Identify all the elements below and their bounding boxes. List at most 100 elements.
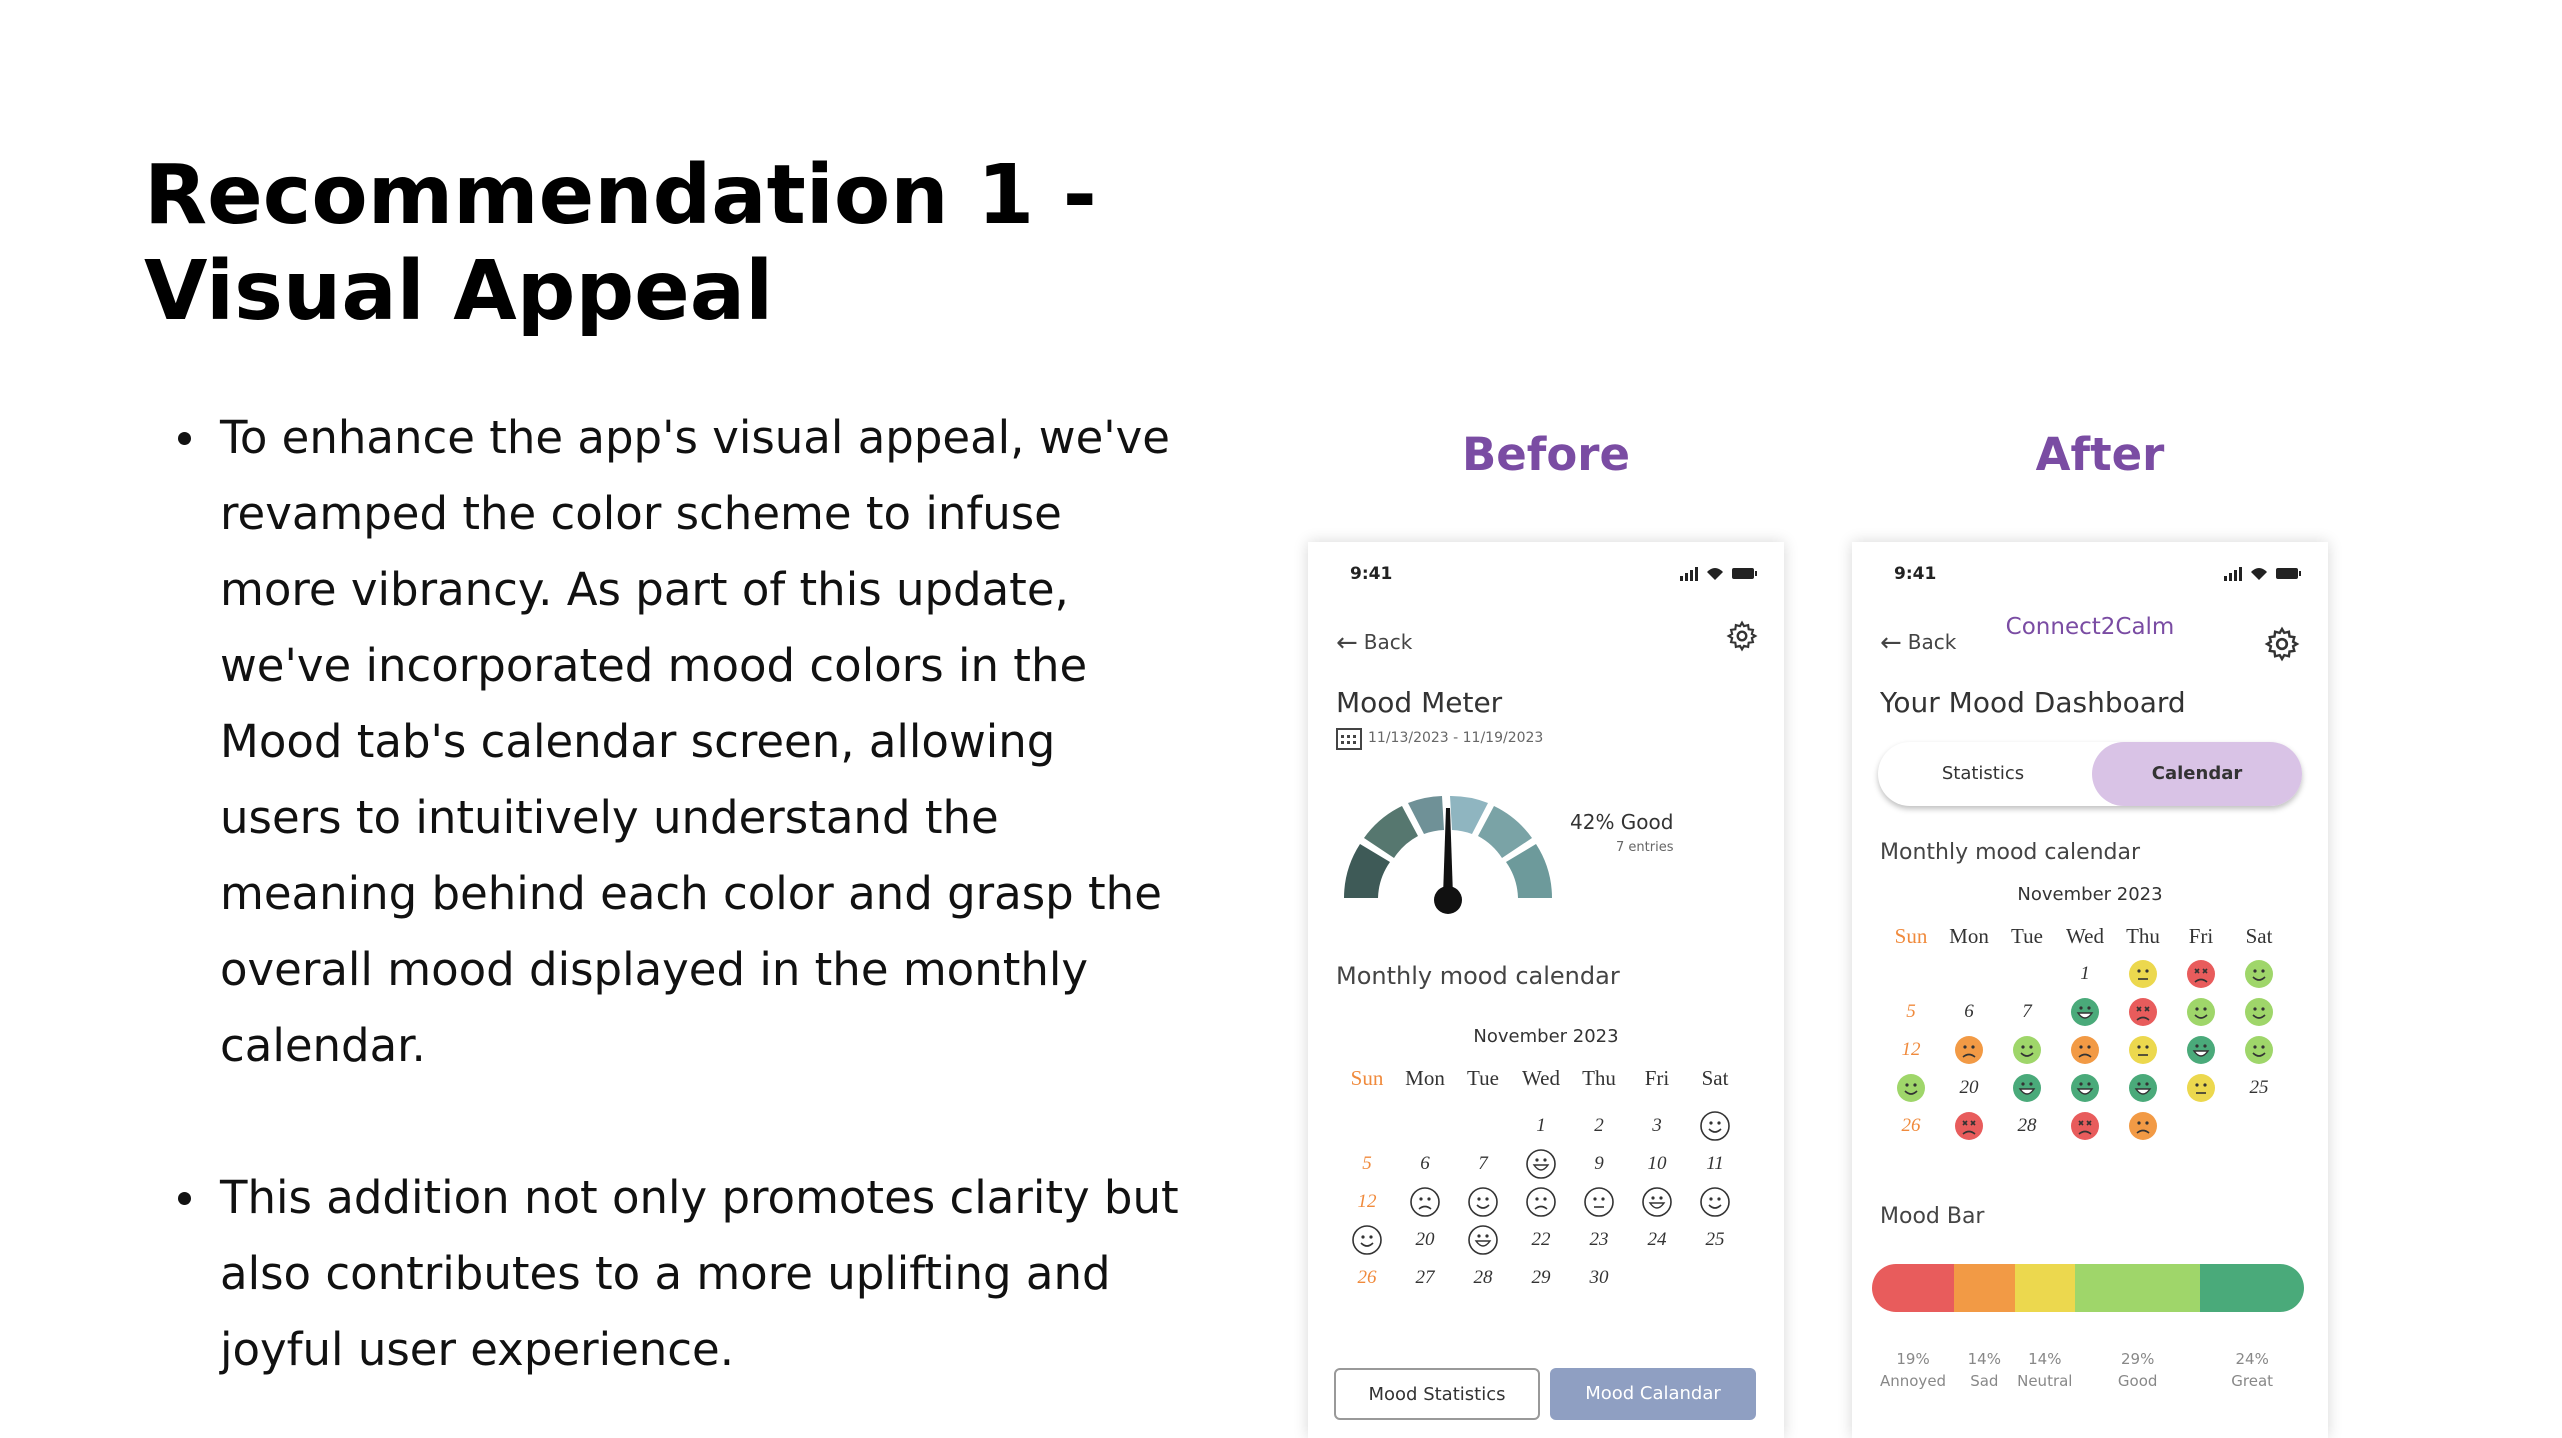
calendar-day[interactable]: 25	[2230, 1070, 2288, 1106]
good-mood-face-icon[interactable]	[2243, 996, 2275, 1028]
calendar-day[interactable]: 22	[1512, 1222, 1570, 1258]
mood-bar-title: Mood Bar	[1880, 1204, 1985, 1229]
status-time: 9:41	[1350, 564, 1393, 584]
good-mood-face-icon[interactable]	[1699, 1110, 1731, 1142]
bullet-text: To enhance the app's visual appeal, we'v…	[220, 411, 1170, 1072]
calendar-day[interactable]: 5	[1338, 1146, 1396, 1182]
gear-icon[interactable]	[2264, 626, 2300, 662]
tab-statistics[interactable]: Statistics	[1878, 742, 2088, 806]
neutral-mood-face-icon[interactable]	[2185, 1072, 2217, 1104]
calendar-day[interactable]: 20	[1940, 1070, 1998, 1106]
mood-bar-segment-annoyed	[1872, 1264, 1955, 1312]
bullet-dot	[178, 1192, 191, 1205]
weekday-header: Mon	[1405, 1066, 1445, 1090]
status-icons	[1680, 567, 1757, 581]
calendar-month: November 2023	[2017, 884, 2163, 905]
annoyed-mood-face-icon[interactable]	[2069, 1110, 2101, 1142]
back-label: Back	[1363, 630, 1413, 654]
calendar-day[interactable]: 23	[1570, 1222, 1628, 1258]
calendar-day[interactable]: 12	[1338, 1184, 1396, 1220]
great-mood-face-icon[interactable]	[1525, 1148, 1557, 1180]
mood-legend-item: 29% Good	[2093, 1348, 2183, 1392]
calendar-day[interactable]: 29	[1512, 1260, 1570, 1296]
good-mood-face-icon[interactable]	[1351, 1224, 1383, 1256]
gauge-entries: 7 entries	[1616, 840, 1674, 855]
calendar-day[interactable]: 7	[1998, 994, 2056, 1030]
great-mood-face-icon[interactable]	[2069, 996, 2101, 1028]
calendar-day[interactable]: 25	[1686, 1222, 1744, 1258]
mood-bar-legend: 19% Annoyed 14% Sad 14% Neutral 29% Good 24% Grea…	[1852, 1348, 2328, 1398]
calendar-day[interactable]: 26	[1882, 1108, 1940, 1144]
sad-mood-face-icon[interactable]	[1953, 1034, 1985, 1066]
weekday-header: Tue	[2011, 924, 2043, 948]
good-mood-face-icon[interactable]	[1467, 1186, 1499, 1218]
great-mood-face-icon[interactable]	[2185, 1034, 2217, 1066]
app-name: Connect2Calm	[2005, 614, 2175, 640]
gear-icon[interactable]	[1726, 620, 1758, 652]
good-mood-face-icon[interactable]	[2243, 1034, 2275, 1066]
calendar-day[interactable]: 10	[1628, 1146, 1686, 1182]
annoyed-mood-face-icon[interactable]	[2185, 958, 2217, 990]
mood-calendar-button[interactable]: Mood Calandar	[1550, 1368, 1756, 1420]
calendar-day[interactable]: 1	[2056, 956, 2114, 992]
calendar-day[interactable]: 5	[1882, 994, 1940, 1030]
mood-legend-percent: 29%	[2121, 1350, 2155, 1368]
annoyed-mood-face-icon[interactable]	[1953, 1110, 1985, 1142]
good-mood-face-icon[interactable]	[1699, 1186, 1731, 1218]
sad-mood-face-icon[interactable]	[1525, 1186, 1557, 1218]
calendar-day[interactable]: 12	[1882, 1032, 1940, 1068]
calendar-day[interactable]: 20	[1396, 1222, 1454, 1258]
good-mood-face-icon[interactable]	[1895, 1072, 1927, 1104]
neutral-mood-face-icon[interactable]	[1583, 1186, 1615, 1218]
neutral-mood-face-icon[interactable]	[2127, 958, 2159, 990]
after-phone-screen: 9:41 ← Back Connect2Calm Your Mood Dashbo…	[1852, 542, 2328, 1438]
calendar-day[interactable]: 27	[1396, 1260, 1454, 1296]
calendar-day[interactable]: 28	[1998, 1108, 2056, 1144]
great-mood-face-icon[interactable]	[2069, 1072, 2101, 1104]
good-mood-face-icon[interactable]	[2243, 958, 2275, 990]
tab-calendar[interactable]: Calendar	[2092, 742, 2302, 806]
calendar-day[interactable]: 9	[1570, 1146, 1628, 1182]
calendar-day[interactable]: 3	[1628, 1108, 1686, 1144]
calendar-day[interactable]: 24	[1628, 1222, 1686, 1258]
calendar-month: November 2023	[1473, 1026, 1619, 1047]
monthly-calendar: Sun Mon Tue Wed Thu Fri Sat 1 5 6 7 12 20 25 26 28	[1882, 924, 2302, 1164]
mood-legend-percent: 14%	[2028, 1350, 2062, 1368]
weekday-header: Sat	[2245, 924, 2273, 948]
weekday-header: Fri	[1644, 1066, 1670, 1090]
sad-mood-face-icon[interactable]	[2069, 1034, 2101, 1066]
calendar-day[interactable]: 28	[1454, 1260, 1512, 1296]
mood-legend-label: Good	[2117, 1372, 2158, 1390]
neutral-mood-face-icon[interactable]	[2127, 1034, 2159, 1066]
bullet-dot	[178, 432, 191, 445]
sad-mood-face-icon[interactable]	[1409, 1186, 1441, 1218]
good-mood-face-icon[interactable]	[2185, 996, 2217, 1028]
bullet-item: To enhance the app's visual appeal, we'v…	[174, 400, 1184, 1084]
mood-bar	[1872, 1264, 2304, 1312]
calendar-day[interactable]: 30	[1570, 1260, 1628, 1296]
calendar-day[interactable]: 26	[1338, 1260, 1396, 1296]
calendar-day[interactable]: 6	[1396, 1146, 1454, 1182]
before-label: Before	[1461, 428, 1631, 481]
great-mood-face-icon[interactable]	[2011, 1072, 2043, 1104]
calendar-day[interactable]: 11	[1686, 1146, 1744, 1182]
date-range: 11/13/2023 - 11/19/2023	[1368, 730, 1544, 746]
calendar-day[interactable]: 1	[1512, 1108, 1570, 1144]
great-mood-face-icon[interactable]	[1467, 1224, 1499, 1256]
sad-mood-face-icon[interactable]	[2127, 1110, 2159, 1142]
mood-bar-segment-neutral	[2014, 1264, 2076, 1312]
calendar-day[interactable]: 7	[1454, 1146, 1512, 1182]
mood-statistics-button[interactable]: Mood Statistics	[1334, 1368, 1540, 1420]
weekday-header: Mon	[1949, 924, 1989, 948]
good-mood-face-icon[interactable]	[2011, 1034, 2043, 1066]
mood-legend-item: 14% Neutral	[2000, 1348, 2090, 1392]
great-mood-face-icon[interactable]	[1641, 1186, 1673, 1218]
calendar-day[interactable]: 2	[1570, 1108, 1628, 1144]
calendar-day[interactable]: 6	[1940, 994, 1998, 1030]
back-button[interactable]: ← Back	[1336, 628, 1412, 658]
mood-meter-title: Mood Meter	[1336, 686, 1503, 719]
weekday-header: Wed	[2066, 924, 2104, 948]
slide-title: Recommendation 1 - Visual Appeal	[144, 148, 1144, 340]
great-mood-face-icon[interactable]	[2127, 1072, 2159, 1104]
annoyed-mood-face-icon[interactable]	[2127, 996, 2159, 1028]
